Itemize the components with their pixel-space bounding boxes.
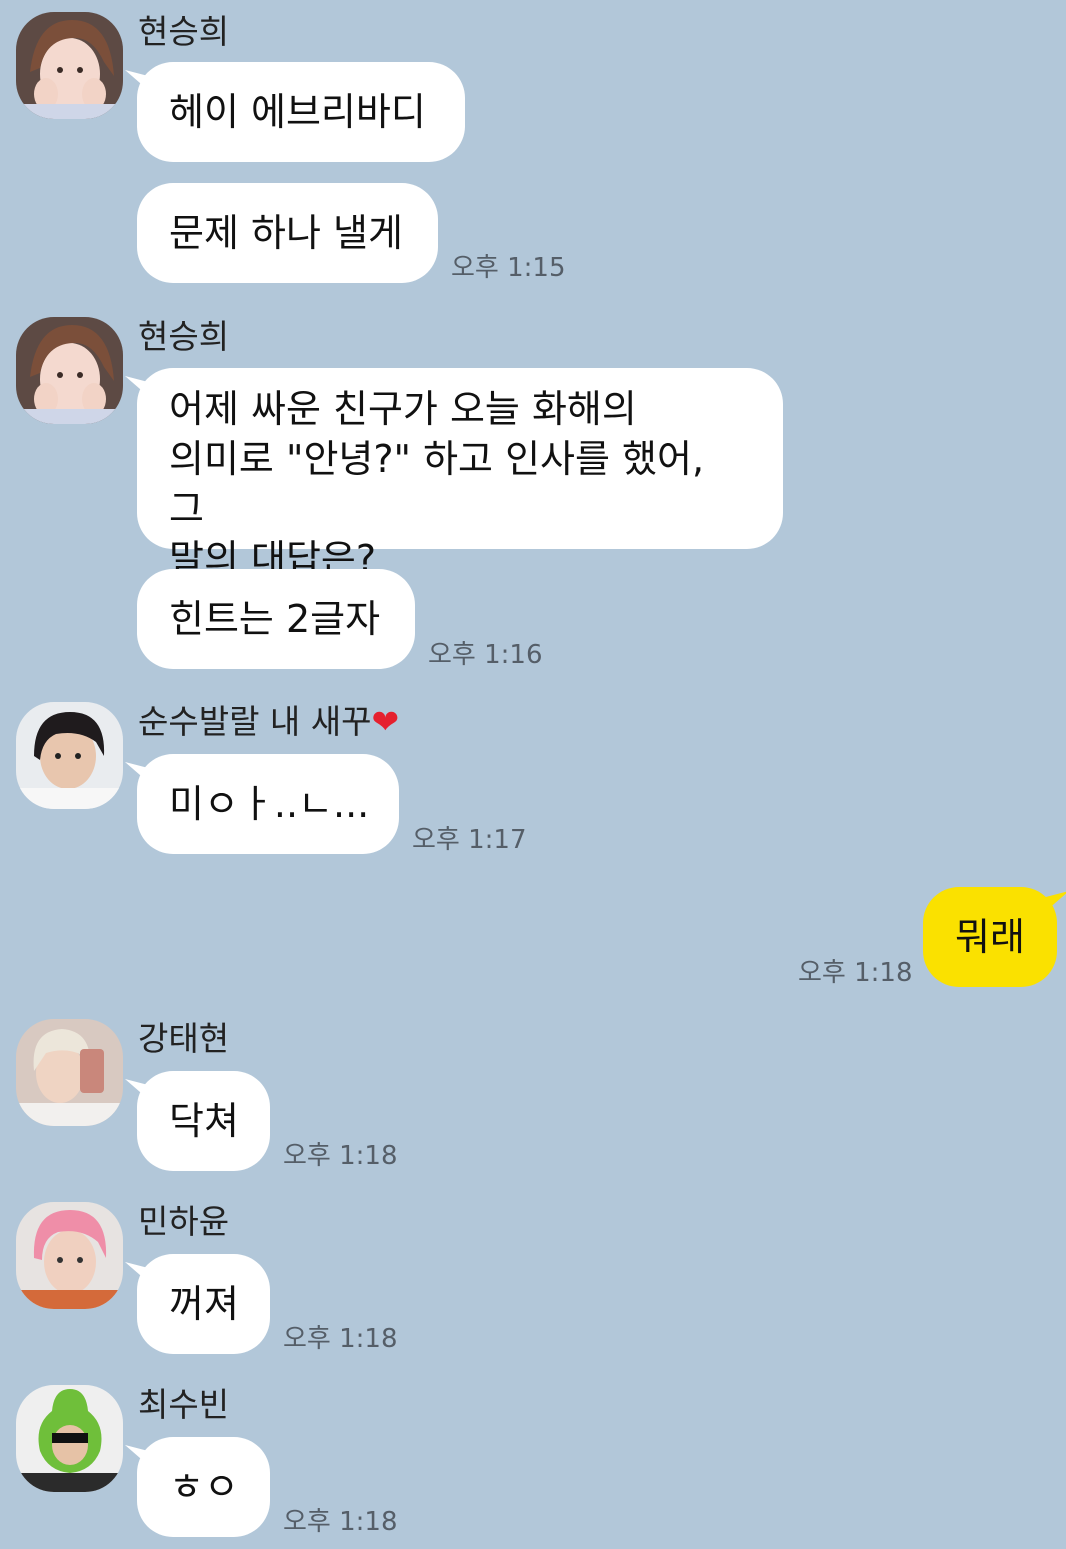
profile-avatar-icon [16,317,123,424]
message-timestamp: 오후 1:16 [428,640,543,670]
message-timestamp: 오후 1:17 [412,825,527,855]
message-timestamp: 오후 1:18 [283,1141,398,1171]
avatar-kangtaehyun[interactable] [16,1019,123,1126]
message-bubble[interactable]: 닥쳐 [137,1071,270,1171]
sender-name: 강태현 [138,1019,230,1058]
sender-name: 최수빈 [138,1385,230,1424]
message-bubble[interactable]: 어제 싸운 친구가 오늘 화해의 의미로 "안녕?" 하고 인사를 했어, 그 … [137,368,783,581]
profile-avatar-icon [16,1385,123,1492]
message-bubble[interactable]: 힌트는 2글자 [137,569,415,669]
avatar-sunsubalral[interactable] [16,702,123,809]
message-line: 어제 싸운 친구가 오늘 화해의 [169,387,637,431]
message-bubble[interactable]: ㅎㅇ [137,1437,270,1537]
message-line: 의미로 "안녕?" 하고 인사를 했어, 그 [169,437,705,531]
message-timestamp: 오후 1:18 [798,958,913,988]
message-bubble-mine[interactable]: 뭐래 [923,887,1057,987]
message-bubble[interactable]: 미ㅇㅏ..ㄴ... [137,754,399,854]
message-bubble[interactable]: 헤이 에브리바디 [137,62,465,162]
avatar-choisubin[interactable] [16,1385,123,1492]
message-timestamp: 오후 1:15 [451,253,566,283]
message-bubble[interactable]: 문제 하나 낼게 [137,183,438,283]
message-timestamp: 오후 1:18 [283,1507,398,1537]
profile-avatar-icon [16,702,123,809]
avatar-hyunseunghee[interactable] [16,12,123,119]
red-heart-icon: ❤ [371,702,400,741]
avatar-hyunseunghee[interactable] [16,317,123,424]
profile-avatar-icon [16,1202,123,1309]
sender-name: 순수발랄 내 새꾸❤ [138,702,399,742]
profile-avatar-icon [16,12,123,119]
profile-avatar-icon [16,1019,123,1126]
sender-name-text: 순수발랄 내 새꾸 [138,702,372,741]
sender-name: 현승희 [138,12,230,51]
message-bubble[interactable]: 꺼져 [137,1254,270,1354]
avatar-minhayun[interactable] [16,1202,123,1309]
sender-name: 현승희 [138,317,230,356]
message-timestamp: 오후 1:18 [283,1324,398,1354]
sender-name: 민하윤 [138,1202,230,1241]
